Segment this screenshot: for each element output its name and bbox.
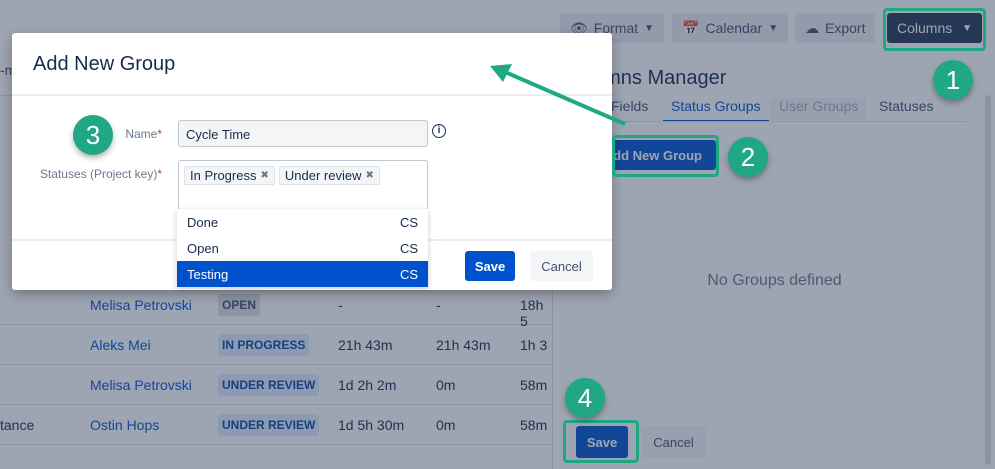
step-3-badge: 3 [73, 115, 113, 155]
step-2-badge: 2 [728, 137, 768, 177]
step-4-badge: 4 [565, 378, 605, 418]
annotation-arrow [490, 64, 626, 126]
step-1-badge: 1 [933, 60, 973, 100]
